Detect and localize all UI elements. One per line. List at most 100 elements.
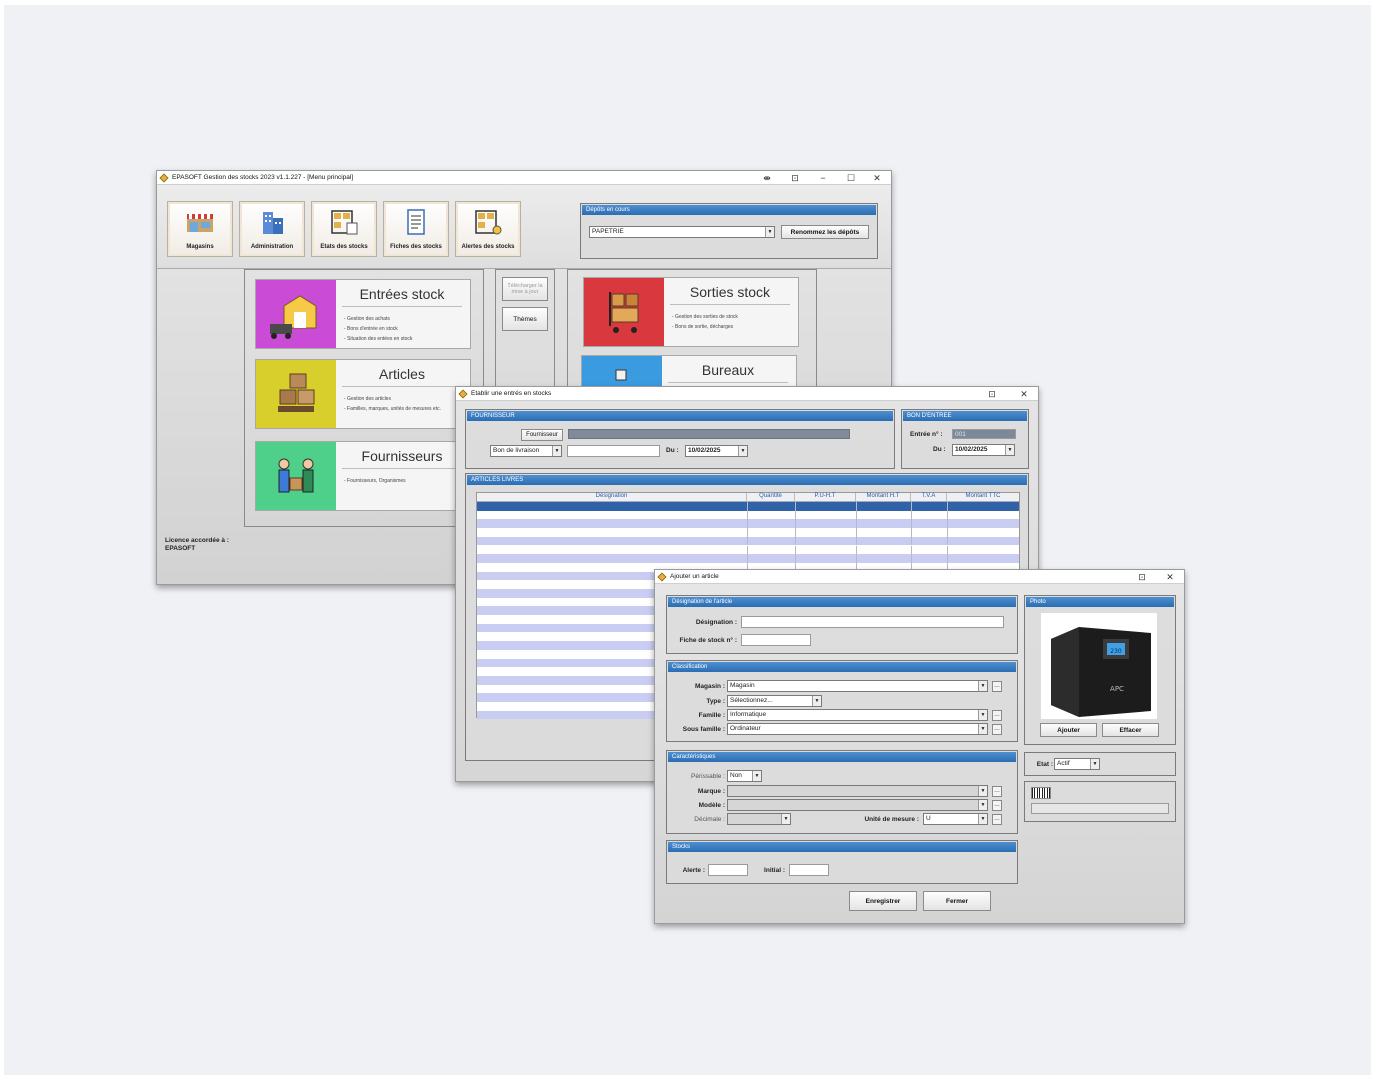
- col-montant-ttc[interactable]: Montant TTC: [947, 493, 1019, 501]
- chevron-down-icon: ▼: [552, 446, 561, 456]
- initial-input[interactable]: [789, 864, 829, 876]
- doc-number-field[interactable]: [567, 445, 660, 457]
- table-row[interactable]: [477, 536, 1019, 546]
- fournisseur-name-field[interactable]: [568, 429, 850, 439]
- depots-header: Dépôts en cours: [582, 205, 876, 215]
- sorties-image: [584, 278, 664, 346]
- unite-select[interactable]: U ▼: [923, 813, 988, 825]
- barcode-field[interactable]: [1031, 803, 1169, 814]
- column-divider: [911, 528, 912, 537]
- doc-type-select[interactable]: Bon de livraison ▼: [490, 445, 562, 457]
- table-row[interactable]: [477, 528, 1019, 537]
- entry-titlebar: Etablir une entrés en stocks ⊡ ✕: [456, 387, 1038, 401]
- marque-more-button[interactable]: …: [992, 786, 1002, 797]
- sous-famille-more-button[interactable]: …: [992, 724, 1002, 735]
- etat-label: Etat :: [1036, 761, 1053, 768]
- clear-photo-button[interactable]: Effacer: [1102, 723, 1159, 737]
- sorties-desc: - Gestion des sorties de stock - Bons de…: [672, 314, 738, 330]
- table-row[interactable]: [477, 519, 1019, 528]
- add-photo-button[interactable]: Ajouter: [1040, 723, 1097, 737]
- ups-display-text: 230: [1110, 648, 1122, 655]
- restore-layout-icon[interactable]: ⊡: [1130, 570, 1154, 584]
- resize-icon[interactable]: ⇼: [755, 171, 779, 185]
- minimize-icon[interactable]: −: [811, 171, 835, 185]
- depot-select[interactable]: PAPETRIE ▼: [589, 226, 775, 238]
- etat-select[interactable]: Actif ▼: [1054, 758, 1100, 770]
- column-divider: [856, 545, 857, 554]
- perissable-select[interactable]: Non ▼: [727, 770, 762, 782]
- barcode-icon[interactable]: [1031, 787, 1051, 799]
- magasin-more-button[interactable]: …: [992, 681, 1002, 692]
- update-download-button[interactable]: Télécharger la mise à jour: [502, 277, 548, 301]
- unite-label: Unité de mesure :: [864, 816, 919, 823]
- etats-stocks-button[interactable]: Etats des stocks: [311, 201, 377, 257]
- type-select[interactable]: Sélectionnez... ▼: [727, 695, 822, 707]
- modele-select[interactable]: ▼: [727, 799, 988, 811]
- shelf-alert-icon: [475, 210, 502, 235]
- depot-select-value: PAPETRIE: [592, 228, 624, 235]
- photo-header: Photo: [1026, 597, 1174, 607]
- col-tva[interactable]: T.V.A: [911, 493, 947, 501]
- themes-button[interactable]: Thèmes: [502, 307, 548, 331]
- sorties-stock-card[interactable]: Sorties stock - Gestion des sorties de s…: [583, 277, 799, 347]
- col-quantite[interactable]: Quantité: [747, 493, 795, 501]
- magasin-select[interactable]: Magasin ▼: [727, 680, 988, 692]
- marque-select[interactable]: ▼: [727, 785, 988, 797]
- du-label: Du :: [666, 447, 679, 454]
- rename-depots-button[interactable]: Renommez les dépôts: [781, 225, 869, 239]
- close-icon[interactable]: ✕: [865, 171, 889, 185]
- unite-more-button[interactable]: …: [992, 814, 1002, 825]
- modele-label: Modèle :: [698, 802, 725, 809]
- fournisseurs-card[interactable]: Fournisseurs - Fournisseurs, Organismes: [255, 441, 471, 511]
- column-divider: [947, 545, 948, 554]
- restore-layout-icon[interactable]: ⊡: [980, 387, 1004, 401]
- sorties-title: Sorties stock: [670, 284, 790, 305]
- table-row[interactable]: [477, 545, 1019, 554]
- articles-card[interactable]: Articles - Gestion des articles - Famill…: [255, 359, 471, 429]
- entrees-stock-card[interactable]: Entrées stock - Gestion des achats - Bon…: [255, 279, 471, 349]
- unite-value: U: [926, 815, 931, 822]
- designation-input[interactable]: [741, 616, 1004, 628]
- fiche-label: Fiche de stock n° :: [679, 637, 737, 644]
- modele-more-button[interactable]: …: [992, 800, 1002, 811]
- bureaux-title: Bureaux: [668, 362, 788, 383]
- fournisseur-button[interactable]: Fournisseur: [521, 429, 563, 441]
- administration-button[interactable]: Administration: [239, 201, 305, 257]
- famille-select[interactable]: Informatique ▼: [727, 709, 988, 721]
- administration-label: Administration: [250, 244, 294, 250]
- close-button[interactable]: Fermer: [923, 891, 991, 911]
- fiches-stocks-button[interactable]: Fiches des stocks: [383, 201, 449, 257]
- col-montant-ht[interactable]: Montant H.T: [856, 493, 911, 501]
- column-divider: [911, 519, 912, 528]
- save-button[interactable]: Enregistrer: [849, 891, 917, 911]
- chevron-down-icon: ▼: [812, 696, 821, 706]
- col-pu-ht[interactable]: P.U-H.T: [795, 493, 856, 501]
- designation-label: Désignation :: [695, 619, 737, 626]
- stocks-header: Stocks: [668, 842, 1016, 852]
- fournisseur-date-picker[interactable]: 10/02/2025 ▼: [685, 445, 748, 457]
- fiche-input[interactable]: [741, 634, 811, 646]
- famille-more-button[interactable]: …: [992, 710, 1002, 721]
- column-divider: [856, 528, 857, 537]
- magasins-button[interactable]: Magasins: [167, 201, 233, 257]
- chevron-down-icon: ▼: [978, 786, 987, 796]
- table-row[interactable]: [477, 510, 1019, 520]
- sous-famille-select[interactable]: Ordinateur ▼: [727, 723, 988, 735]
- table-row[interactable]: [477, 554, 1019, 563]
- articles-image: [256, 360, 336, 428]
- col-designation[interactable]: Désignation: [477, 493, 747, 501]
- alerte-input[interactable]: [708, 864, 748, 876]
- table-row[interactable]: [477, 502, 1019, 511]
- restore-layout-icon[interactable]: ⊡: [783, 171, 807, 185]
- fournisseur-group: FOURNISSEUR Fournisseur Bon de livraison…: [465, 409, 895, 469]
- close-icon[interactable]: ✕: [1158, 570, 1182, 584]
- add-article-window: Ajouter un article ⊡ ✕ Désignation de l'…: [654, 569, 1185, 924]
- classification-header: Classification: [668, 662, 1016, 672]
- alertes-stocks-button[interactable]: Alertes des stocks: [455, 201, 521, 257]
- bon-date-picker[interactable]: 10/02/2025 ▼: [952, 444, 1015, 456]
- maximize-icon[interactable]: ☐: [839, 171, 863, 185]
- app-icon: [159, 172, 169, 183]
- close-icon[interactable]: ✕: [1012, 387, 1036, 401]
- decimale-select[interactable]: ▼: [727, 813, 791, 825]
- designation-header: Désignation de l'article: [668, 597, 1016, 607]
